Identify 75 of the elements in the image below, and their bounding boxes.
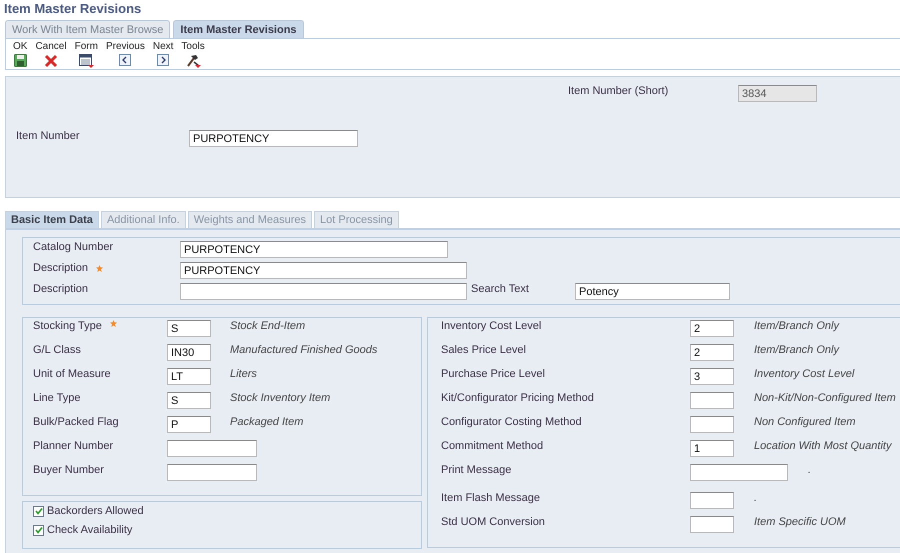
page-title: Item Master Revisions	[3, 0, 142, 18]
page-tab[interactable]: Item Master Revisions	[173, 20, 304, 38]
input-field[interactable]	[167, 464, 257, 481]
field-label: Planner Number	[33, 440, 114, 452]
field-label: Std UOM Conversion	[441, 516, 546, 530]
field-label: Purchase Price Level	[441, 368, 546, 382]
input-field[interactable]: PURPOTENCY	[180, 262, 467, 279]
field-label: Description	[33, 283, 88, 295]
input-field[interactable]: 2	[690, 320, 734, 337]
field-label: Stocking Type	[33, 320, 102, 332]
input-field[interactable]: 3	[690, 368, 734, 385]
value-description: Packaged Item	[229, 416, 304, 430]
input-field[interactable]: LT	[167, 368, 211, 385]
field-label: Item Number (Short)	[568, 85, 670, 99]
field-label: Commitment Method	[441, 440, 544, 454]
hammer-icon	[186, 54, 201, 68]
value-description: Non-Kit/Non-Configured Item	[753, 392, 896, 406]
input-field[interactable]	[690, 516, 734, 533]
input-field[interactable]: Potency	[575, 283, 730, 300]
value-description: Non Configured Item	[753, 416, 856, 430]
checkbox[interactable]	[33, 524, 44, 536]
input-field[interactable]: 3834	[738, 85, 817, 102]
input-field[interactable]: PURPOTENCY	[189, 130, 358, 147]
field-label: Inventory Cost Level	[441, 320, 542, 334]
input-field[interactable]: PURPOTENCY	[180, 241, 448, 258]
field-label: Kit/Configurator Pricing Method	[441, 392, 595, 406]
input-field[interactable]: P	[167, 416, 211, 433]
field-label: Print Message	[441, 464, 512, 478]
field-label: Line Type	[33, 392, 81, 404]
field-label: Bulk/Packed Flag	[33, 416, 119, 428]
checkbox[interactable]	[33, 506, 44, 516]
field-label: Search Text	[470, 283, 530, 295]
previous-button[interactable]: Previous	[104, 39, 151, 69]
field-label: Unit of Measure	[33, 368, 111, 380]
value-description: Item/Branch Only	[753, 320, 839, 334]
input-field[interactable]: 2	[690, 344, 734, 361]
cancel-button[interactable]: Cancel	[33, 39, 73, 69]
field-label: Item Flash Message	[441, 492, 542, 506]
input-field[interactable]	[690, 464, 788, 481]
input-field[interactable]: 1	[690, 440, 734, 457]
value-description: Manufactured Finished Goods	[229, 344, 378, 358]
checkbox-label: Check Availability	[47, 524, 132, 536]
field-label: G/L Class	[33, 344, 81, 356]
input-field[interactable]: IN30	[167, 344, 211, 361]
checkbox-label: Backorders Allowed	[47, 505, 144, 517]
value-description: Item Specific UOM	[753, 516, 846, 530]
value-description: Stock Inventory Item	[229, 392, 330, 406]
input-field[interactable]	[167, 440, 257, 457]
next-button[interactable]: Next	[150, 39, 180, 69]
form-tab[interactable]: Basic Item Data	[5, 211, 99, 228]
save-button[interactable]: OK	[11, 39, 34, 69]
form-icon	[78, 54, 94, 68]
input-field[interactable]	[690, 392, 734, 409]
input-field[interactable]	[690, 416, 734, 433]
value-description: Stock End-Item	[229, 320, 306, 334]
value-description: .	[753, 492, 758, 506]
field-label: Description	[33, 262, 88, 274]
input-field[interactable]: S	[167, 320, 211, 337]
input-field[interactable]	[180, 283, 467, 300]
field-label: Buyer Number	[33, 464, 104, 476]
tools-button[interactable]: Tools	[179, 39, 211, 69]
close-icon	[44, 54, 58, 68]
field-label: Item Number	[16, 130, 81, 144]
value-description: .	[807, 464, 812, 478]
field-label: Catalog Number	[33, 241, 114, 253]
input-field[interactable]	[690, 492, 734, 509]
field-label: Sales Price Level	[441, 344, 527, 358]
form-button[interactable]: Form	[72, 39, 104, 69]
value-description: Inventory Cost Level	[753, 368, 854, 382]
value-description: Item/Branch Only	[753, 344, 839, 358]
value-description: Location With Most Quantity	[753, 440, 892, 454]
input-field[interactable]: S	[167, 392, 211, 409]
field-label: Configurator Costing Method	[441, 416, 583, 430]
save-icon	[14, 54, 27, 67]
value-description: Liters	[229, 368, 257, 382]
